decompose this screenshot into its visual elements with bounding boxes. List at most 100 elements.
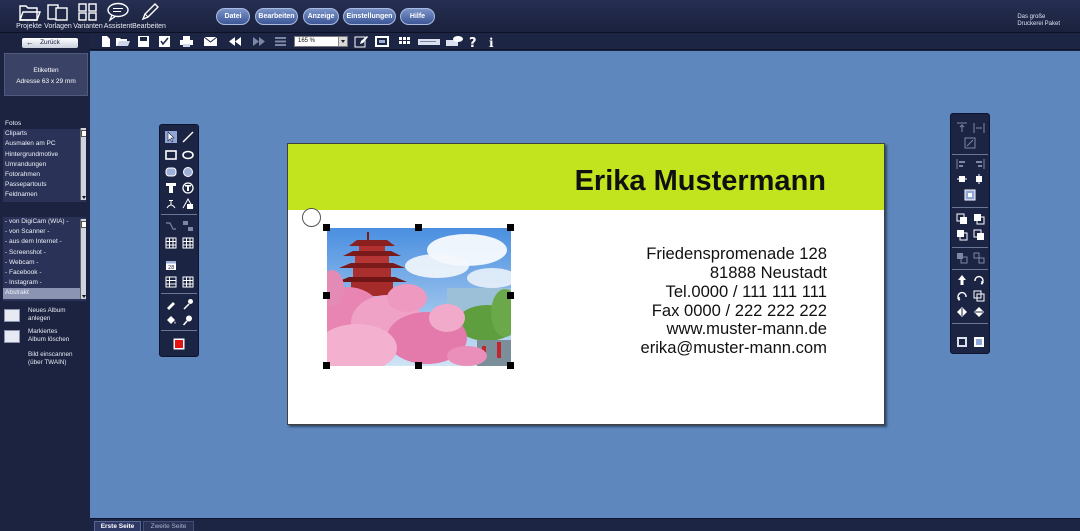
open-button[interactable] xyxy=(115,35,130,48)
text-tool-button[interactable] xyxy=(165,182,177,194)
resize-handle[interactable] xyxy=(507,292,514,299)
new-document-button[interactable] xyxy=(98,35,113,48)
resize-handle[interactable] xyxy=(415,224,422,231)
photo-frame-button[interactable] xyxy=(374,35,389,48)
send-back-button[interactable] xyxy=(956,229,968,241)
tab-second-page[interactable]: Zweite Seite xyxy=(143,521,194,531)
bring-forward-button[interactable] xyxy=(973,213,985,225)
grid-button[interactable] xyxy=(397,35,412,48)
design-canvas[interactable]: 28 Erika Mustermann Friedenspromenade 12… xyxy=(90,51,1080,518)
list-item[interactable]: Hintergrundmotive xyxy=(3,150,86,160)
flip-horizontal-button[interactable] xyxy=(956,306,968,318)
align-width-button[interactable] xyxy=(973,122,985,134)
scrollbar[interactable] xyxy=(80,128,86,200)
next-page-button[interactable] xyxy=(252,35,267,48)
list-item-selected[interactable]: Abstrakt xyxy=(3,288,86,299)
card-name[interactable]: Erika Mustermann xyxy=(575,165,826,198)
center-horizontal-button[interactable] xyxy=(956,173,968,185)
check-button[interactable] xyxy=(157,35,172,48)
line-tool-button[interactable] xyxy=(182,131,194,143)
pipette-tool-button[interactable] xyxy=(182,298,194,310)
zoom-select[interactable]: 165 % xyxy=(294,36,348,47)
help-button[interactable]: ? xyxy=(466,35,481,48)
duplicate-button[interactable] xyxy=(973,290,985,302)
center-vertical-button[interactable] xyxy=(973,173,985,185)
list-item[interactable]: - aus dem Internet - xyxy=(3,237,86,247)
color-picker-button[interactable] xyxy=(173,338,185,350)
rotate-left-button[interactable] xyxy=(956,290,968,302)
delete-album-button[interactable]: Markiertes Album löschen xyxy=(4,328,88,346)
grid-table-tool-button[interactable] xyxy=(182,276,194,288)
table2-tool-button[interactable] xyxy=(182,237,194,249)
list-item[interactable]: Ausmalen am PC xyxy=(3,139,86,149)
print-button[interactable] xyxy=(179,35,194,48)
align-top-button[interactable] xyxy=(956,122,968,134)
resize-handle[interactable] xyxy=(415,362,422,369)
list-item[interactable]: Cliparts xyxy=(3,129,86,139)
scrollbar[interactable] xyxy=(80,219,86,299)
label-button[interactable] xyxy=(417,35,441,48)
resize-handle[interactable] xyxy=(507,362,514,369)
curved-text-tool-button[interactable] xyxy=(165,198,177,210)
list-item[interactable]: - von DigiCam (WIA) - xyxy=(3,217,86,227)
send-backward-button[interactable] xyxy=(973,229,985,241)
address-city[interactable]: 81888 Neustadt xyxy=(567,263,827,283)
menu-einstellungen[interactable]: Einstellungen xyxy=(343,8,396,25)
menu-anzeige[interactable]: Anzeige xyxy=(303,8,339,25)
frame-button[interactable] xyxy=(973,336,985,348)
comment-button[interactable] xyxy=(445,35,464,48)
list-item[interactable]: Passepartouts xyxy=(3,180,86,190)
resize-handle[interactable] xyxy=(323,292,330,299)
flow-tool-button[interactable] xyxy=(182,220,194,232)
tab-first-page[interactable]: Erste Seite xyxy=(94,521,141,531)
mail-button[interactable] xyxy=(203,35,218,48)
resize-button[interactable] xyxy=(964,137,976,149)
address-email[interactable]: erika@muster-mann.com xyxy=(567,338,827,358)
select-tool-button[interactable] xyxy=(165,131,177,143)
back-button[interactable]: Zurück xyxy=(22,38,78,48)
list-item[interactable]: - Webcam - xyxy=(3,258,86,268)
pages-button[interactable] xyxy=(273,35,288,48)
menu-bearbeiten[interactable]: Bearbeiten xyxy=(255,8,298,25)
flip-vertical-button[interactable] xyxy=(973,306,985,318)
list-item[interactable]: - von Scanner - xyxy=(3,227,86,237)
center-page-button[interactable] xyxy=(964,189,976,201)
rounded-rect-tool-button[interactable] xyxy=(165,166,177,178)
list-item[interactable]: - Facebook - xyxy=(3,268,86,278)
address-street[interactable]: Friedenspromenade 128 xyxy=(567,244,827,264)
ellipse-tool-button[interactable] xyxy=(182,149,194,161)
rectangle-tool-button[interactable] xyxy=(165,149,177,161)
align-right-button[interactable] xyxy=(973,158,985,170)
scan-image-button[interactable]: Bild einscannen (über TWAIN) xyxy=(4,351,88,369)
list-item[interactable]: Feldnamen xyxy=(3,190,86,200)
menu-datei[interactable]: Datei xyxy=(216,8,250,25)
calendar-tool-button[interactable]: 28 xyxy=(165,259,177,271)
menu-hilfe[interactable]: Hilfe xyxy=(400,8,435,25)
chevron-down-icon[interactable] xyxy=(81,195,86,200)
ungroup-button[interactable] xyxy=(973,252,985,264)
table-tool-button[interactable] xyxy=(165,237,177,249)
align-left-button[interactable] xyxy=(956,158,968,170)
fill-tool-button[interactable] xyxy=(165,314,177,326)
address-fax[interactable]: Fax 0000 / 222 222 222 xyxy=(567,301,827,321)
previous-page-button[interactable] xyxy=(227,35,242,48)
save-button[interactable] xyxy=(136,35,151,48)
info-button[interactable]: i xyxy=(484,35,499,48)
resize-handle[interactable] xyxy=(323,362,330,369)
edit-text-button[interactable] xyxy=(354,35,369,48)
list-item[interactable]: Umrandungen xyxy=(3,160,86,170)
list-item[interactable]: - Instagram - xyxy=(3,278,86,288)
resize-handle[interactable] xyxy=(323,224,330,231)
bring-front-button[interactable] xyxy=(956,213,968,225)
rotate-right-button[interactable] xyxy=(973,274,985,286)
address-phone[interactable]: Tel.0000 / 111 111 111 xyxy=(567,282,827,302)
connector-tool-button[interactable] xyxy=(165,220,177,232)
chevron-down-icon[interactable] xyxy=(81,294,86,299)
filled-ellipse-tool-button[interactable] xyxy=(182,166,194,178)
new-album-button[interactable]: Neues Album anlegen xyxy=(4,307,88,325)
group-button[interactable] xyxy=(956,252,968,264)
move-up-button[interactable] xyxy=(956,274,968,286)
list-item[interactable]: Fotorahmen xyxy=(3,170,86,180)
edit-button[interactable]: Bearbeiten xyxy=(132,2,166,32)
resize-handle[interactable] xyxy=(507,224,514,231)
